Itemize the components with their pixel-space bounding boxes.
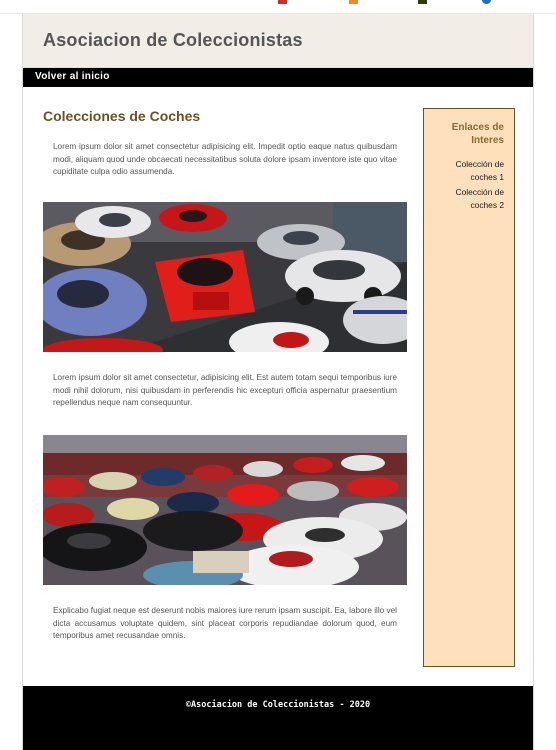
section-title: Colecciones de Coches xyxy=(43,108,201,124)
bookmark-icon-blue xyxy=(482,0,491,4)
footer-copyright: ©Asociacion de Coleccionistas - 2020 xyxy=(185,700,371,710)
paragraph-3: Explicabo fugiat neque est deserunt nobi… xyxy=(53,606,397,641)
nav-bar: Volver al inicio xyxy=(23,68,533,87)
main-content: Colecciones de Coches Lorem ipsum dolor … xyxy=(43,108,407,640)
paragraph-1: Lorem ipsum dolor sit amet consectetur a… xyxy=(53,142,397,177)
bookmark-icon-orange xyxy=(349,0,358,4)
bookmark-icon-red xyxy=(278,0,287,4)
sidebar-link-collection-2[interactable]: Colección de coches 2 xyxy=(432,186,504,213)
site-header: Asociacion de Coleccionistas xyxy=(23,14,533,68)
site-title: Asociacion de Coleccionistas xyxy=(43,30,303,50)
page-container: Asociacion de Coleccionistas Volver al i… xyxy=(22,14,534,750)
bookmark-icon-dark xyxy=(418,0,427,4)
sidebar-links-list: Colección de coches 1 Colección de coche… xyxy=(432,158,504,214)
car-collection-photo-2 xyxy=(43,435,407,585)
car-collection-photo-1 xyxy=(43,202,407,352)
paragraph-2: Lorem ipsum dolor sit amet consectetur, … xyxy=(53,373,397,408)
back-home-link[interactable]: Volver al inicio xyxy=(35,71,110,82)
links-sidebar: Enlaces de Interes Colección de coches 1… xyxy=(423,108,515,667)
browser-top-strip xyxy=(0,0,556,14)
sidebar-title: Enlaces de Interes xyxy=(451,122,504,146)
sidebar-link-collection-1[interactable]: Colección de coches 1 xyxy=(432,158,504,185)
site-footer: ©Asociacion de Coleccionistas - 2020 xyxy=(23,686,533,750)
